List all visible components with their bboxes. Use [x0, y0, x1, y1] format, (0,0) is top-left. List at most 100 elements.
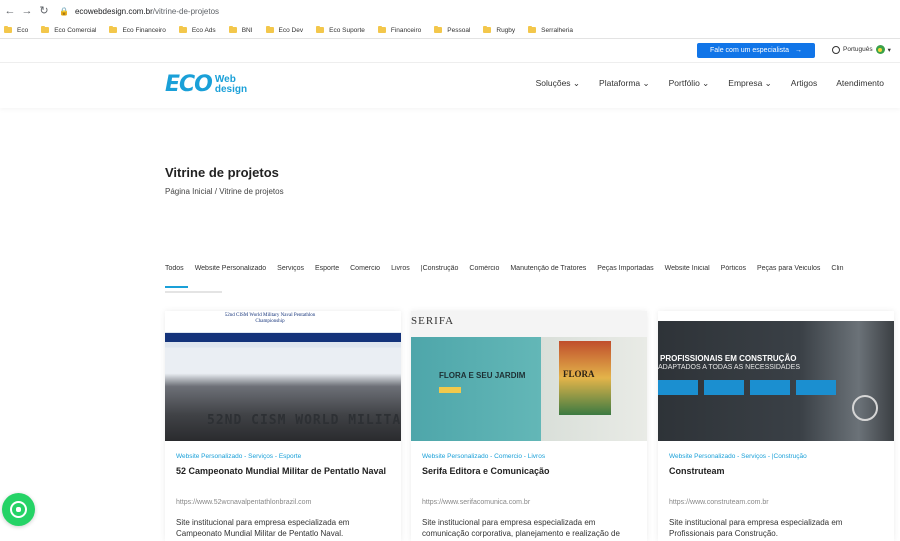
filter-comercio-2[interactable]: Comércio	[469, 265, 499, 279]
thumbnail-banner-text: 52nd CISM World Military Naval Pentathlo…	[224, 313, 316, 324]
bookmark-item[interactable]: Eco Financeiro	[109, 26, 166, 34]
folder-icon	[483, 26, 492, 33]
project-card[interactable]: PROFISSIONAIS EM CONSTRUÇÃO ADAPTADOS A …	[658, 311, 894, 541]
card-title[interactable]: Serifa Editora e Comunicação	[422, 466, 642, 477]
thumbnail-nav-strip	[165, 333, 401, 342]
forward-icon[interactable]: →	[20, 4, 34, 18]
url-path: /vitrine-de-projetos	[152, 6, 220, 16]
card-url[interactable]: https://www.construteam.com.br	[669, 499, 769, 506]
filter-website-inicial[interactable]: Website Inicial	[665, 265, 710, 279]
thumbnail-poster: FLORA	[559, 341, 611, 415]
url-host: ecowebdesign.com.br	[74, 6, 153, 16]
bookmark-label: Financeiro	[390, 26, 422, 34]
reload-icon[interactable]: ↻	[37, 4, 51, 18]
menu-item-plataforma[interactable]: Plataforma ⌄	[599, 78, 650, 89]
thumbnail-poster-text: FLORA	[563, 369, 595, 379]
thumbnail-box	[704, 380, 744, 395]
menu-item-empresa[interactable]: Empresa ⌄	[728, 78, 772, 89]
folder-icon	[316, 26, 325, 33]
active-filter-indicator	[165, 286, 188, 288]
project-card[interactable]: SERIFA FLORA E SEU JARDIM FLORA Website …	[411, 311, 647, 541]
card-description: Site institucional para empresa especial…	[422, 518, 620, 541]
brazil-flag-icon	[875, 45, 885, 54]
browser-address-bar: ← → ↻ 🔒 ecowebdesign.com.br/vitrine-de-p…	[0, 0, 900, 22]
card-categories[interactable]: Website Personalizado - Comercio - Livro…	[422, 453, 545, 460]
filter-todos[interactable]: Todos	[165, 265, 184, 279]
bookmark-item[interactable]: Eco Dev	[265, 26, 304, 34]
thumbnail-big-text: 52ND CISM WORLD MILITA	[207, 413, 401, 428]
filter-scrollbar[interactable]	[165, 291, 222, 293]
breadcrumb: Página Inicial / Vitrine de projetos	[165, 187, 284, 196]
project-card[interactable]: 52nd CISM World Military Naval Pentathlo…	[165, 311, 401, 541]
thumbnail-box	[658, 380, 698, 395]
card-url[interactable]: https://www.serifacomunica.com.br	[422, 499, 530, 506]
bookmark-item[interactable]: Financeiro	[377, 26, 422, 34]
filter-website-personalizado[interactable]: Website Personalizado	[195, 265, 266, 279]
bookmark-item[interactable]: Eco Suporte	[316, 26, 365, 34]
folder-icon	[528, 26, 537, 33]
bookmark-item[interactable]: Serralheria	[528, 26, 573, 34]
bookmark-label: Pessoal	[447, 26, 471, 34]
bookmark-label: Rugby	[496, 26, 516, 34]
logo-eco-text: ECO	[165, 72, 213, 97]
thumbnail-button	[439, 387, 461, 393]
lock-icon[interactable]: 🔒	[59, 7, 69, 16]
folder-icon	[4, 26, 12, 33]
project-thumbnail[interactable]: PROFISSIONAIS EM CONSTRUÇÃO ADAPTADOS A …	[658, 311, 894, 441]
filter-servicos[interactable]: Serviços	[277, 265, 304, 279]
thumbnail-headline: PROFISSIONAIS EM CONSTRUÇÃO	[660, 354, 797, 363]
bookmark-label: Serralheria	[541, 26, 573, 34]
folder-icon	[41, 26, 50, 33]
thumbnail-topbar	[658, 311, 894, 321]
card-categories[interactable]: Website Personalizado - Serviços - |Cons…	[669, 453, 807, 460]
filter-comercio[interactable]: Comercio	[350, 265, 380, 279]
filter-porticos[interactable]: Pórticos	[721, 265, 746, 279]
thumbnail-clock	[852, 395, 878, 421]
thumbnail-headline: FLORA E SEU JARDIM	[439, 371, 526, 380]
bookmark-item[interactable]: Eco Ads	[178, 26, 216, 34]
bookmark-label: Eco Dev	[278, 26, 304, 34]
bookmark-label: Eco	[17, 26, 29, 34]
bookmark-item[interactable]: BNI	[228, 26, 253, 34]
filter-esporte[interactable]: Esporte	[315, 265, 339, 279]
filter-livros[interactable]: Livros	[391, 265, 410, 279]
site-logo[interactable]: ECO Web design	[165, 72, 247, 97]
category-filters: Todos Website Personalizado Serviços Esp…	[165, 265, 900, 279]
url-input[interactable]: ecowebdesign.com.br/vitrine-de-projetos	[75, 7, 219, 16]
project-thumbnail[interactable]: SERIFA FLORA E SEU JARDIM FLORA	[411, 311, 647, 441]
project-thumbnail[interactable]: 52nd CISM World Military Naval Pentathlo…	[165, 311, 401, 441]
filter-manutencao-tratores[interactable]: Manutenção de Tratores	[510, 265, 586, 279]
bookmark-item[interactable]: Rugby	[483, 26, 516, 34]
filter-pecas-veiculos[interactable]: Peças para Veiculos	[757, 265, 820, 279]
menu-item-portfolio[interactable]: Portfólio ⌄	[669, 78, 710, 89]
bookmark-item[interactable]: Eco Comercial	[41, 26, 96, 34]
folder-icon	[265, 26, 274, 33]
back-icon[interactable]: ←	[3, 4, 17, 18]
folder-icon	[178, 26, 187, 33]
filter-clin[interactable]: Clin	[831, 265, 843, 279]
card-description: Site institucional para empresa especial…	[176, 518, 350, 538]
card-title[interactable]: Construteam	[669, 466, 889, 477]
whatsapp-button[interactable]	[2, 493, 35, 526]
bookmark-item[interactable]: Pessoal	[434, 26, 471, 34]
main-menu: Soluções ⌄ Plataforma ⌄ Portfólio ⌄ Empr…	[536, 78, 884, 89]
language-label: Português	[843, 46, 873, 53]
bookmark-label: Eco Financeiro	[122, 26, 166, 34]
filter-pecas-importadas[interactable]: Peças Importadas	[597, 265, 653, 279]
card-url[interactable]: https://www.52wcnavalpentathlonbrazil.co…	[176, 499, 311, 506]
bookmark-label: Eco Suporte	[329, 26, 365, 34]
menu-item-artigos[interactable]: Artigos	[791, 78, 817, 89]
card-title[interactable]: 52 Campeonato Mundial Militar de Pentatl…	[176, 466, 396, 477]
page-title: Vitrine de projetos	[165, 165, 279, 180]
filter-construcao[interactable]: |Construção	[421, 265, 459, 279]
contact-specialist-button[interactable]: Fale com um especialista →	[697, 43, 815, 58]
card-categories[interactable]: Website Personalizado - Serviços - Espor…	[176, 453, 301, 460]
thumbnail-subline: ADAPTADOS A TODAS AS NECESSIDADES	[658, 364, 800, 371]
whatsapp-icon	[10, 501, 27, 518]
menu-item-atendimento[interactable]: Atendimento	[836, 78, 884, 89]
menu-item-solucoes[interactable]: Soluções ⌄	[536, 78, 580, 89]
bookmark-item[interactable]: Eco	[4, 26, 29, 34]
bookmark-label: BNI	[241, 26, 253, 34]
language-selector[interactable]: Português ▾	[832, 45, 891, 54]
thumbnail-box	[796, 380, 836, 395]
